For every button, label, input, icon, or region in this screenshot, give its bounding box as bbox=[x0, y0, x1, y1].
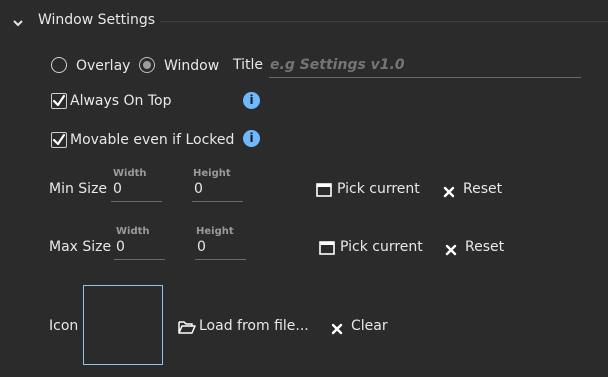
info-icon[interactable]: i bbox=[243, 92, 260, 109]
min-size-label: Min Size bbox=[49, 181, 108, 197]
movable-locked-checkbox[interactable]: Movable even if Locked bbox=[50, 131, 240, 151]
icon-preview[interactable] bbox=[83, 285, 163, 365]
icon-label: Icon bbox=[49, 318, 79, 334]
movable-locked-box[interactable] bbox=[51, 132, 67, 148]
min-width-underline bbox=[111, 201, 162, 202]
window-icon bbox=[316, 182, 332, 201]
min-width-label: Width bbox=[113, 168, 147, 179]
max-pick-current-label: Pick current bbox=[340, 239, 423, 255]
title-input[interactable] bbox=[270, 56, 580, 74]
min-height-label: Height bbox=[193, 168, 231, 179]
min-pick-current-label: Pick current bbox=[337, 181, 420, 197]
max-reset-button[interactable]: Reset bbox=[445, 236, 515, 258]
radio-window-label: Window bbox=[164, 58, 220, 74]
section-header[interactable]: Window Settings bbox=[0, 8, 160, 36]
movable-locked-label: Movable even if Locked bbox=[70, 132, 235, 148]
close-icon bbox=[445, 241, 457, 260]
close-icon bbox=[443, 183, 455, 202]
radio-window[interactable]: Window bbox=[139, 56, 229, 76]
radio-overlay-label: Overlay bbox=[76, 58, 131, 74]
max-reset-label: Reset bbox=[465, 239, 505, 255]
min-pick-current-button[interactable]: Pick current bbox=[315, 178, 425, 200]
radio-overlay-circle[interactable] bbox=[51, 57, 67, 73]
min-height-underline bbox=[192, 201, 243, 202]
title-input-underline bbox=[269, 77, 581, 78]
load-from-file-label: Load from file... bbox=[199, 318, 309, 334]
always-on-top-label: Always On Top bbox=[70, 93, 172, 109]
max-width-label: Width bbox=[116, 226, 150, 237]
checkmark-icon bbox=[52, 133, 66, 146]
max-height-input[interactable] bbox=[197, 238, 245, 256]
radio-window-circle[interactable] bbox=[139, 57, 155, 73]
max-height-label: Height bbox=[196, 226, 234, 237]
min-reset-button[interactable]: Reset bbox=[443, 178, 513, 200]
load-from-file-button[interactable]: Load from file... bbox=[178, 315, 313, 337]
max-size-label: Max Size bbox=[49, 239, 112, 255]
always-on-top-checkbox[interactable]: Always On Top bbox=[50, 92, 230, 112]
close-icon bbox=[331, 320, 343, 339]
section-title: Window Settings bbox=[38, 12, 156, 28]
max-height-underline bbox=[195, 259, 246, 260]
chevron-down-icon bbox=[12, 14, 24, 33]
min-reset-label: Reset bbox=[463, 181, 503, 197]
always-on-top-box[interactable] bbox=[51, 93, 67, 109]
title-label: Title bbox=[233, 57, 264, 73]
max-pick-current-button[interactable]: Pick current bbox=[318, 236, 428, 258]
min-width-input[interactable] bbox=[113, 180, 161, 198]
max-width-underline bbox=[114, 259, 165, 260]
checkmark-icon bbox=[52, 94, 66, 107]
folder-open-icon bbox=[178, 319, 196, 338]
window-icon bbox=[319, 240, 335, 259]
max-width-input[interactable] bbox=[116, 238, 164, 256]
clear-icon-button[interactable]: Clear bbox=[331, 315, 401, 337]
min-height-input[interactable] bbox=[194, 180, 242, 198]
radio-overlay[interactable]: Overlay bbox=[51, 56, 131, 76]
info-icon[interactable]: i bbox=[243, 130, 260, 147]
clear-icon-label: Clear bbox=[351, 318, 388, 334]
